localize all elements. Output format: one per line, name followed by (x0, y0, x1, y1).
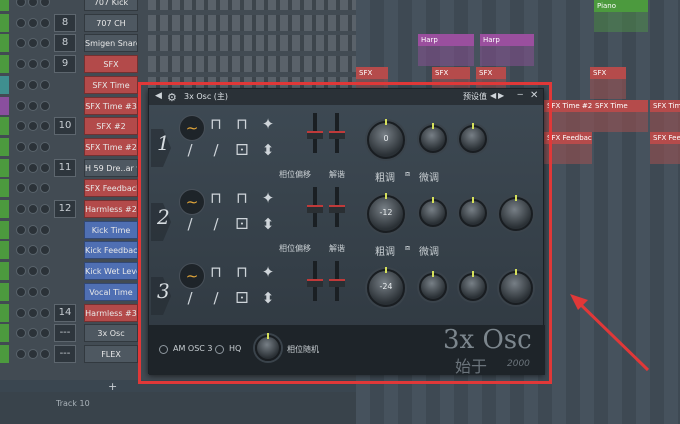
arrow-icon (570, 294, 650, 372)
